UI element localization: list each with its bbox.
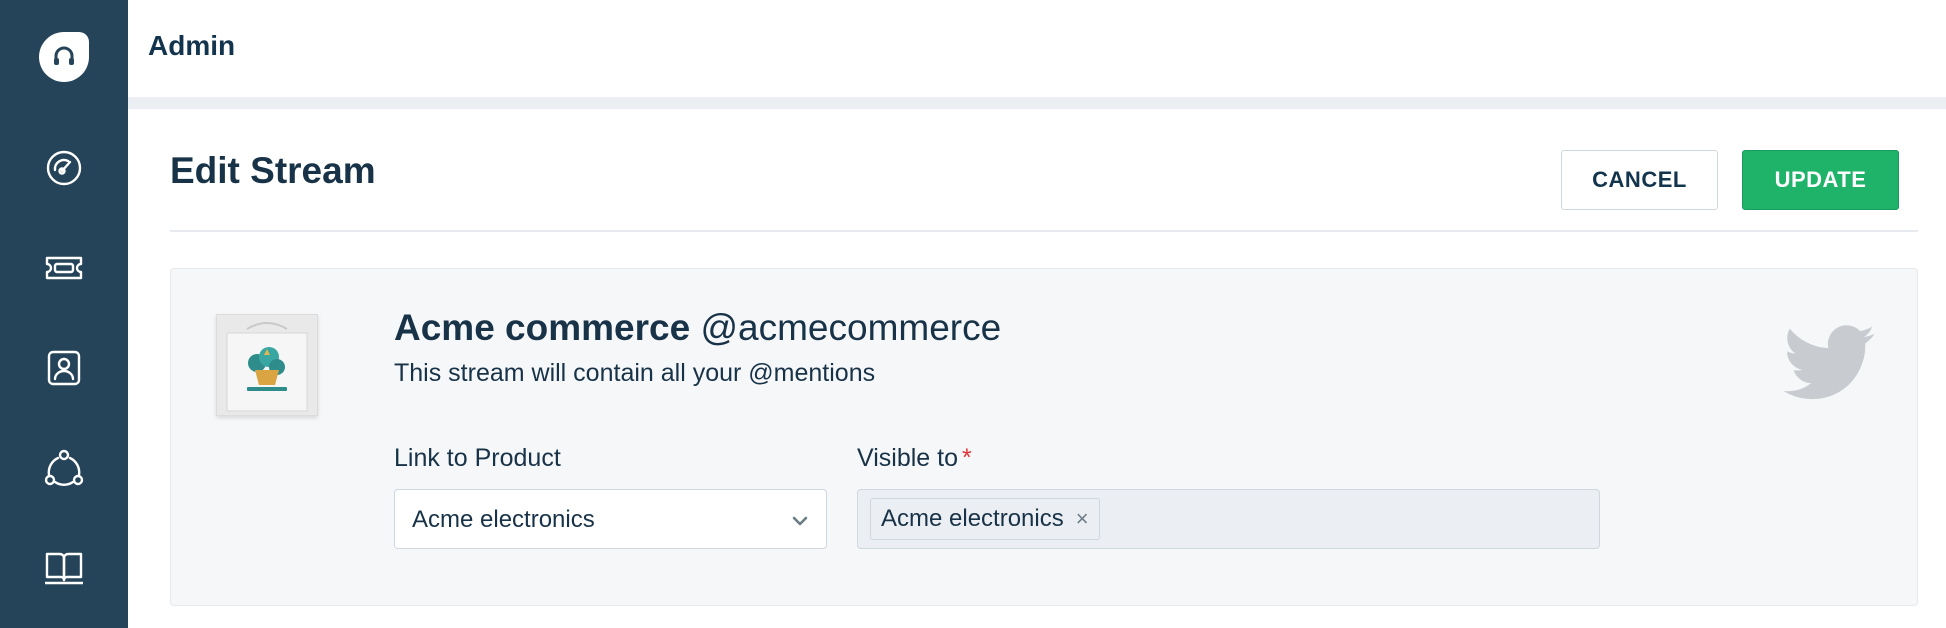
cancel-button[interactable]: CANCEL [1561,150,1718,210]
stream-description: This stream will contain all your @menti… [394,359,876,387]
visible-to-label: Visible to * [857,444,972,473]
social-network-icon[interactable] [44,448,84,488]
account-name: Acme commerce [394,307,691,348]
headset-logo-icon[interactable] [39,32,89,82]
stream-card: Acme commerce @acmecommerce This stream … [170,268,1918,606]
update-button[interactable]: UPDATE [1742,150,1899,210]
sidebar [0,0,128,628]
ticket-icon[interactable] [44,248,84,288]
contact-icon[interactable] [44,348,84,388]
visible-to-label-text: Visible to [857,444,958,472]
link-to-product-select[interactable]: Acme electronics [394,489,827,549]
link-to-product-label: Link to Product [394,444,561,472]
chevron-down-icon [792,516,808,526]
required-asterisk: * [962,444,972,472]
header-title: Admin [148,30,236,61]
account-avatar [216,314,318,416]
visible-to-input[interactable]: Acme electronics × [857,489,1600,549]
page-title: Edit Stream [170,150,376,191]
book-icon[interactable] [44,548,84,588]
account-handle: @acmecommerce [700,307,1002,348]
twitter-bird-icon [1783,325,1875,401]
dashboard-gauge-icon[interactable] [44,148,84,188]
top-bar: Admin [128,0,1946,97]
header-divider-strip [128,97,1946,109]
account-title: Acme commerce @acmecommerce [394,307,1001,349]
close-icon[interactable]: × [1076,506,1089,532]
visible-to-chip: Acme electronics × [870,498,1100,540]
chip-label: Acme electronics [881,505,1064,532]
section-divider [170,230,1918,232]
link-to-product-value: Acme electronics [412,506,595,533]
